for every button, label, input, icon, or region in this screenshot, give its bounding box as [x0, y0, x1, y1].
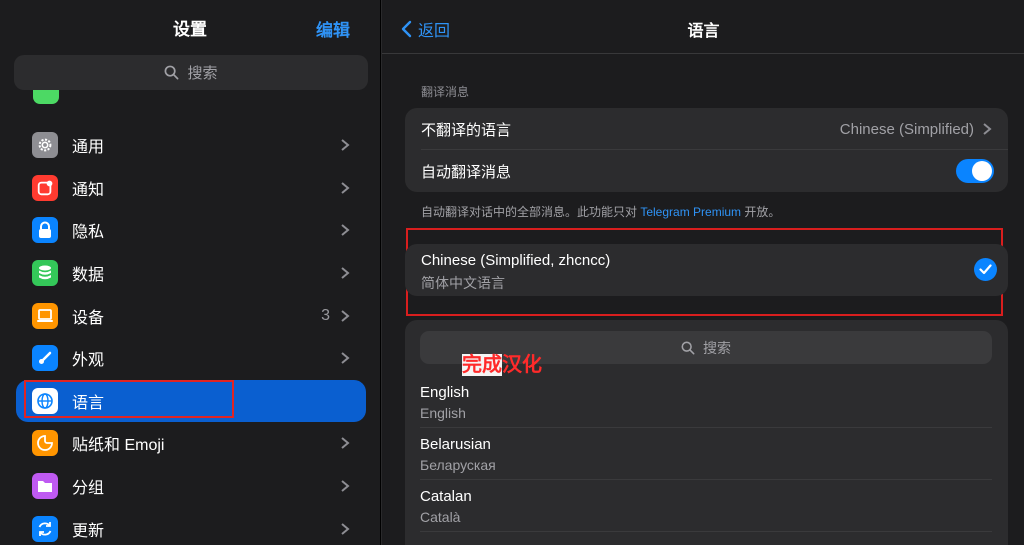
- sidebar-item-label: 隐私: [72, 224, 105, 242]
- sidebar-item-devices[interactable]: 设备 3: [16, 294, 366, 337]
- chevron-right-icon: [341, 480, 350, 492]
- search-icon: [165, 65, 179, 80]
- brush-icon: [32, 345, 58, 372]
- chevron-right-icon: [341, 309, 350, 322]
- section-header: 翻译消息: [421, 85, 470, 99]
- current-language-row[interactable]: Chinese (Simplified, zhcncc) 简体中文语言: [405, 244, 1008, 296]
- sidebar-item-label: 设备: [72, 309, 105, 327]
- language-native-name: 简体中文语言: [421, 275, 505, 291]
- auto-translate-toggle[interactable]: [956, 159, 994, 183]
- language-search-placeholder: 搜索: [703, 339, 731, 356]
- language-name: English: [420, 384, 470, 401]
- chevron-right-icon: [341, 522, 350, 535]
- sidebar-item-notifications[interactable]: 通知: [16, 167, 366, 210]
- language-name: Catalan: [420, 488, 472, 505]
- premium-link[interactable]: Telegram Premium: [640, 205, 741, 219]
- database-icon: [32, 260, 58, 287]
- search-icon: [681, 341, 695, 354]
- sidebar-item-label: 通知: [72, 181, 105, 199]
- translate-footnote: 自动翻译对话中的全部消息。此功能只对 Telegram Premium 开放。: [421, 203, 780, 220]
- do-not-translate-label: 不翻译的语言: [421, 121, 512, 139]
- auto-translate-label: 自动翻译消息: [421, 163, 512, 181]
- chevron-right-icon: [341, 437, 350, 450]
- chevron-right-icon: [341, 224, 350, 237]
- lock-icon: [32, 217, 58, 244]
- page-title: 语言: [687, 23, 720, 40]
- sidebar-item-label: 贴纸和 Emoji: [72, 437, 165, 455]
- language-detail-pane: 返回 语言 翻译消息 不翻译的语言 Chinese (Simplified) 自…: [381, 0, 1024, 545]
- sidebar-item-folders[interactable]: 分组: [16, 465, 366, 508]
- annotation-part1: 完成: [462, 354, 502, 376]
- sidebar-item-label: 外观: [72, 352, 105, 370]
- sidebar-item-label: 通用: [72, 139, 105, 157]
- checkmark-icon: [974, 258, 997, 281]
- sidebar-item-updates[interactable]: 更新: [16, 507, 366, 545]
- partial-settings-icon: [33, 90, 59, 104]
- language-name: Belarusian: [420, 436, 491, 453]
- row-divider: [420, 531, 992, 532]
- sidebar-list: 通用 通知 隐私 数据 设备 3 外观 语言 贴纸和 Emoji 分组 更新: [16, 124, 366, 545]
- settings-sidebar: 设置 编辑 搜索 通用 通知 隐私 数据 设备 3 外观 语言 贴纸和 Emoj…: [0, 0, 380, 545]
- auto-translate-row: 自动翻译消息: [405, 150, 1008, 192]
- translation-settings-card: 不翻译的语言 Chinese (Simplified) 自动翻译消息: [405, 108, 1008, 192]
- sidebar-item-stickers[interactable]: 贴纸和 Emoji: [16, 422, 366, 465]
- annotation-part2: 汉化: [502, 354, 542, 376]
- language-row-belarusian[interactable]: Belarusian Беларуская: [420, 428, 992, 480]
- sticker-icon: [32, 430, 58, 457]
- sidebar-search-field[interactable]: 搜索: [14, 55, 368, 90]
- devices-count: 3: [321, 306, 330, 324]
- navigation-bar: 返回 语言: [382, 0, 1024, 54]
- edit-button[interactable]: 编辑: [316, 16, 350, 41]
- footnote-prefix: 自动翻译对话中的全部消息。此功能只对: [421, 205, 641, 219]
- folder-icon: [32, 473, 58, 500]
- sidebar-item-label: 更新: [72, 522, 105, 540]
- laptop-icon: [32, 302, 58, 329]
- do-not-translate-row[interactable]: 不翻译的语言 Chinese (Simplified): [405, 108, 1008, 150]
- language-native-name: Беларуская: [420, 457, 496, 473]
- chevron-right-icon: [341, 352, 350, 365]
- language-row-catalan[interactable]: Catalan Català: [420, 480, 992, 532]
- sidebar-item-appearance[interactable]: 外观: [16, 337, 366, 380]
- sidebar-item-data[interactable]: 数据: [16, 252, 366, 295]
- language-name: Chinese (Simplified, zhcncc): [421, 252, 611, 269]
- sidebar-item-label: 数据: [72, 267, 105, 285]
- sidebar-item-label: 分组: [72, 480, 105, 498]
- annotation-overlay: 完成汉化: [462, 348, 542, 377]
- chevron-right-icon: [341, 139, 350, 152]
- sidebar-item-general[interactable]: 通用: [16, 124, 366, 167]
- chevron-right-icon: [983, 123, 992, 135]
- notification-icon: [32, 174, 58, 201]
- sidebar-search-placeholder: 搜索: [187, 65, 218, 82]
- language-native-name: English: [420, 405, 466, 421]
- footnote-suffix: 开放。: [741, 205, 781, 219]
- sidebar-item-privacy[interactable]: 隐私: [16, 209, 366, 252]
- language-highlight-box: [24, 380, 234, 418]
- chevron-right-icon: [341, 267, 350, 279]
- language-row-english[interactable]: English English: [420, 376, 992, 428]
- language-native-name: Català: [420, 509, 461, 525]
- refresh-icon: [32, 515, 58, 542]
- toggle-knob: [972, 161, 992, 181]
- gear-icon: [32, 132, 58, 159]
- do-not-translate-value: Chinese (Simplified): [839, 120, 974, 138]
- chevron-right-icon: [341, 182, 350, 194]
